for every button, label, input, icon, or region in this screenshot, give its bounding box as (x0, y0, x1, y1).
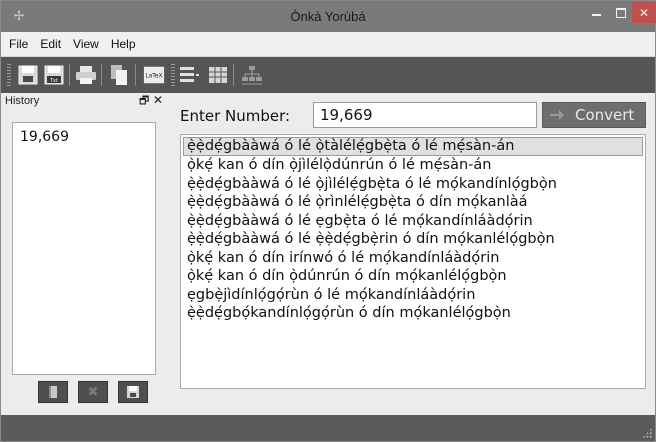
history-item[interactable]: 19,669 (20, 129, 69, 145)
print-icon[interactable] (75, 64, 97, 86)
history-delete-button[interactable]: ✖ (78, 381, 108, 403)
menu-file[interactable]: File (3, 34, 34, 54)
save-text-icon[interactable]: Txt (43, 64, 65, 86)
save-text-badge: Txt (49, 78, 58, 84)
toolbar: Txt LaTeX (1, 57, 655, 93)
resize-grip-icon[interactable] (642, 428, 652, 438)
history-open-button[interactable] (38, 381, 68, 403)
toolbar-separator (233, 64, 234, 86)
history-title: History (5, 95, 40, 107)
close-icon: ✕ (638, 5, 650, 20)
toolbar-separator (101, 64, 102, 86)
window-title: Ònkà Yorùbá (290, 9, 366, 24)
list-item[interactable]: ẹ̀ẹ̀dẹ́gbààwá ó lé ẹgbẹ̀ta ó lé mọ́kandí… (183, 212, 533, 231)
toolbar-separator (69, 64, 70, 86)
history-save-button[interactable] (118, 381, 148, 403)
status-bar (1, 415, 655, 441)
save-icon[interactable] (17, 64, 39, 86)
menu-edit[interactable]: Edit (34, 34, 67, 54)
maximize-button[interactable] (610, 2, 632, 23)
history-list[interactable]: 19,669 (12, 122, 156, 375)
convert-button[interactable]: Convert (542, 102, 646, 128)
table-icon[interactable] (207, 64, 229, 86)
menu-bar: File Edit View Help (1, 32, 655, 57)
toolbar-grip[interactable] (171, 64, 175, 86)
list-item[interactable]: ẹ̀ẹ̀dẹ́gbààwá ó lé ọ̀jìlélẹ́gbẹ̀ta ó lé … (183, 175, 557, 194)
save-icon (127, 386, 139, 398)
maximize-icon (616, 7, 626, 18)
enter-number-label: Enter Number: (180, 107, 291, 125)
minimize-icon (591, 13, 601, 16)
tree-icon[interactable] (241, 64, 263, 86)
app-window: ✢ Ònkà Yorùbá ✕ File Edit View Help Txt … (0, 0, 656, 442)
close-button[interactable]: ✕ (632, 2, 656, 23)
dock-close-icon[interactable]: ✕ (153, 94, 163, 107)
list-item[interactable]: ọ̀kẹ́ kan ó dín ọ̀dúnrún ó dín mọ́kanlél… (183, 267, 507, 286)
menu-help[interactable]: Help (105, 34, 142, 54)
list-item[interactable]: ẹ̀ẹ̀dẹ́gbààwá ó lé ọ̀rìnlélẹ́gbẹ̀ta ó dí… (183, 193, 528, 212)
minimize-button[interactable] (584, 2, 608, 23)
list-item[interactable]: ọ̀kẹ́ kan ó dín ọ̀jìlélọ̀dúnrún ó lé mẹ́… (183, 156, 491, 175)
toolbar-grip[interactable] (7, 64, 11, 86)
list-icon[interactable] (179, 64, 201, 86)
toolbar-separator (135, 64, 136, 86)
menu-view[interactable]: View (67, 34, 105, 54)
latex-label: LaTeX (145, 73, 162, 80)
convert-label: Convert (575, 106, 635, 124)
list-item[interactable]: ọ̀kẹ́ kan ó dín irínwó ó lé mọ́kandínláà… (183, 249, 499, 268)
results-list[interactable]: ẹ̀ẹ̀dẹ́gbààwá ó lé ọ̀tàlélẹ́gbẹ̀ta ó lé … (180, 134, 646, 389)
list-item[interactable]: ẹ̀ẹ̀dẹ́gbààwá ó lé ẹ̀ẹ̀dẹ́gbẹ̀rin ó dín … (183, 230, 555, 249)
book-icon (49, 386, 57, 398)
number-input[interactable] (313, 102, 537, 128)
history-dock-header: History 🗗 ✕ (3, 94, 163, 110)
float-icon[interactable]: 🗗 (139, 95, 149, 107)
latex-icon[interactable]: LaTeX (143, 64, 165, 86)
convert-icon (550, 110, 564, 120)
list-item[interactable]: ẹ̀ẹ̀dẹ́gbààwá ó lé ọ̀tàlélẹ́gbẹ̀ta ó lé … (183, 137, 643, 156)
list-item[interactable]: ẹgbẹ̀jìdínlọ́gọ́rùn ó lé mọ́kandínláàdọ́… (183, 286, 475, 305)
copy-icon[interactable] (108, 64, 130, 86)
list-item[interactable]: ẹ̀ẹ̀dẹ́gbọ́kandínlọ́gọ́rùn ó dín mọ́kanl… (183, 304, 511, 323)
title-bar[interactable]: ✢ Ònkà Yorùbá ✕ (1, 1, 656, 32)
delete-icon: ✖ (87, 384, 99, 399)
